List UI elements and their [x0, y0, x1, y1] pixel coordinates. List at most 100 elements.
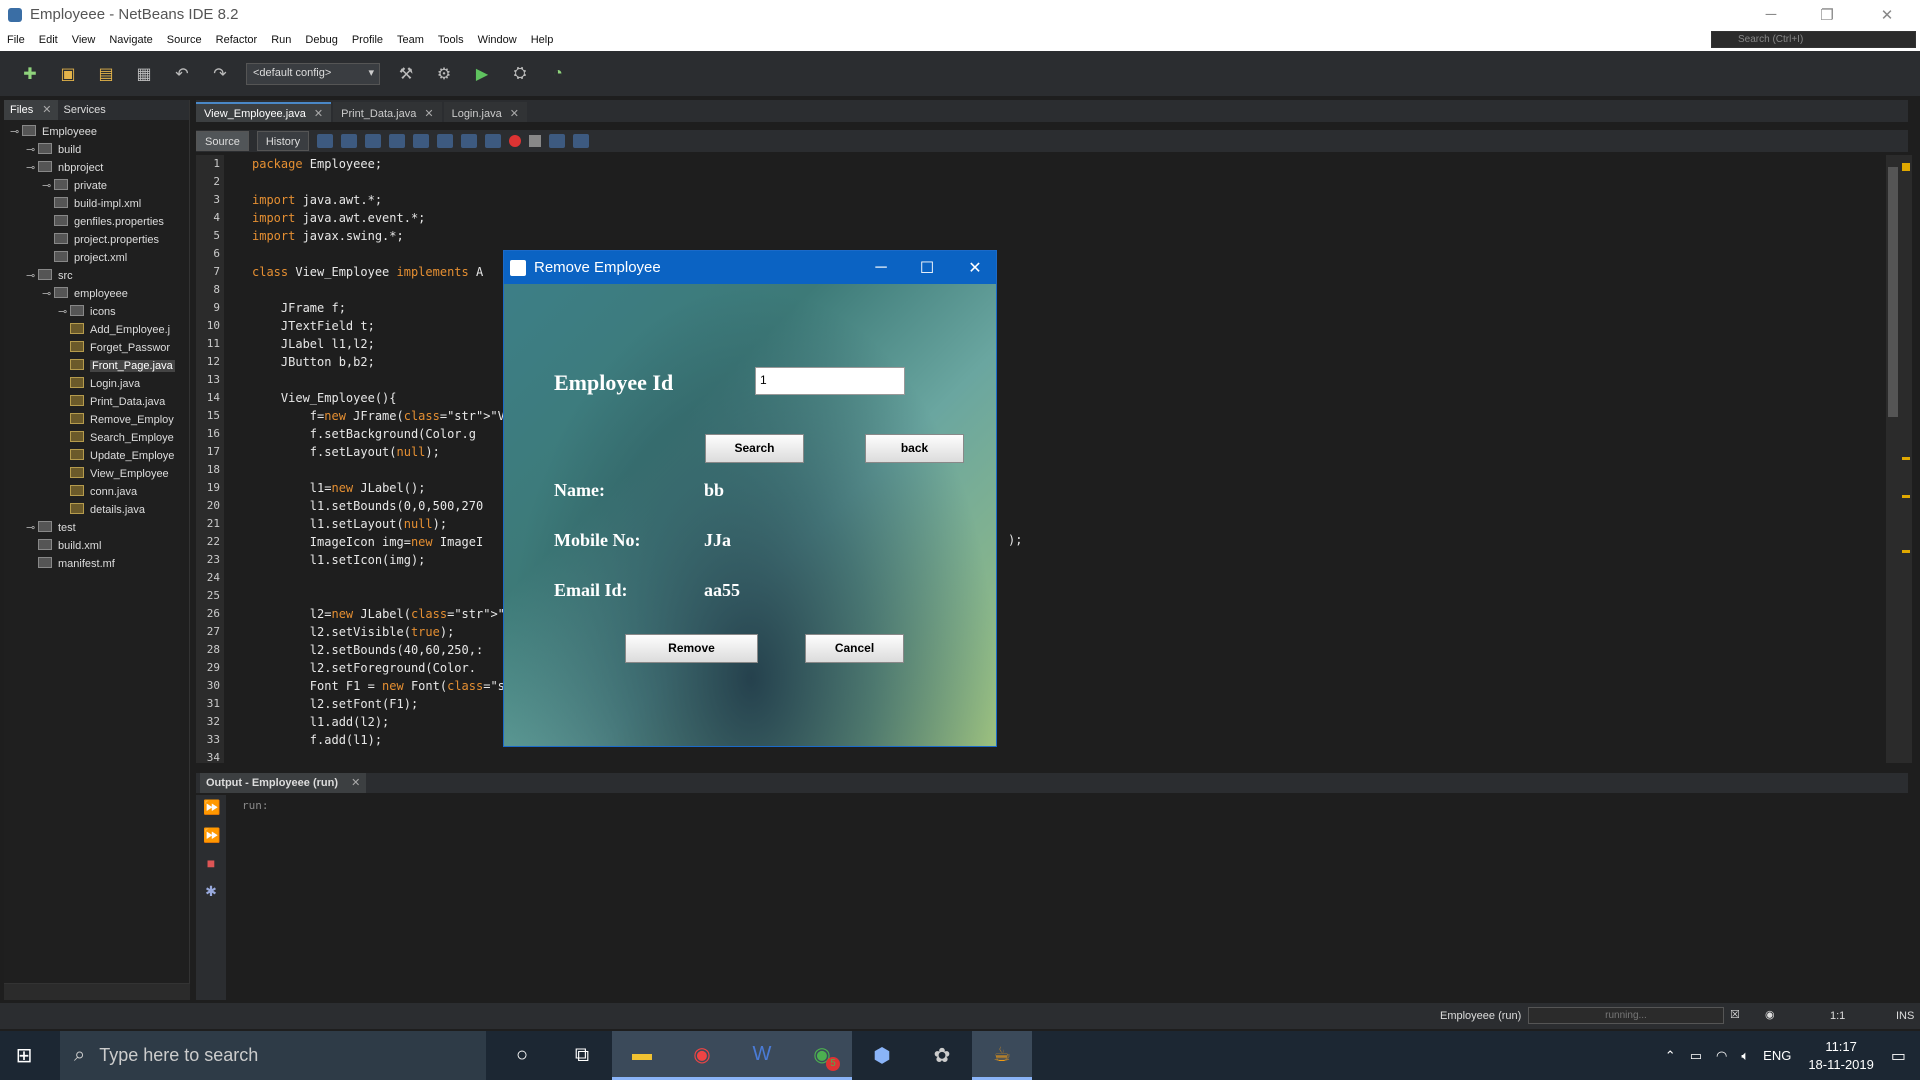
file-explorer-icon[interactable]: ▬ [612, 1031, 672, 1080]
close-icon[interactable]: ✕ [1864, 0, 1910, 29]
shift-left-icon[interactable] [461, 134, 478, 148]
open-project-icon[interactable]: ▤ [94, 62, 118, 86]
action-center-icon[interactable]: ▭ [1891, 1046, 1906, 1066]
debug-icon[interactable]: ⛭ [508, 62, 532, 86]
tab-view-employee[interactable]: View_Employee.java ✕ [196, 102, 332, 122]
chevron-up-icon[interactable]: ⌃ [1665, 1048, 1676, 1064]
tree-node[interactable]: ⊸ src [4, 267, 189, 285]
tree-node[interactable]: Print_Data.java [4, 393, 189, 411]
menu-team[interactable]: Team [390, 34, 431, 46]
expand-icon[interactable]: ⊸ [26, 141, 38, 159]
cortana-icon[interactable]: ○ [492, 1031, 552, 1080]
windows-start-icon[interactable]: ⊞ [0, 1031, 48, 1080]
language-indicator[interactable]: ENG [1763, 1048, 1791, 1063]
clock[interactable]: 11:17 18-11-2019 [1808, 1038, 1874, 1074]
chrome-profile-icon[interactable]: ◉ 5 [792, 1031, 852, 1080]
menu-help[interactable]: Help [524, 34, 561, 46]
editor-vertical-scrollbar[interactable] [1886, 155, 1900, 763]
rerun-with-params-icon[interactable]: ⏩ [203, 827, 220, 843]
search-button[interactable]: Search [705, 434, 804, 463]
toggle-highlight-icon[interactable] [437, 134, 454, 148]
profile-icon[interactable]: ◔ [546, 62, 570, 86]
tab-files[interactable]: Files ✕ [4, 100, 58, 120]
new-project-icon[interactable]: ▣ [56, 62, 80, 86]
tree-node[interactable]: build-impl.xml [4, 195, 189, 213]
notifications-icon[interactable]: ◉ [1765, 1008, 1775, 1021]
cancel-task-icon[interactable]: ☒ [1730, 1008, 1740, 1021]
tree-node[interactable]: project.properties [4, 231, 189, 249]
tree-node[interactable]: Add_Employee.j [4, 321, 189, 339]
tab-print-data[interactable]: Print_Data.java ✕ [333, 102, 442, 122]
forward-icon[interactable] [341, 134, 358, 148]
back-button[interactable]: back [865, 434, 964, 463]
tree-node[interactable]: ⊸ test [4, 519, 189, 537]
settings-icon[interactable]: ✱ [203, 883, 219, 899]
menu-debug[interactable]: Debug [298, 34, 344, 46]
tree-node[interactable]: Remove_Employ [4, 411, 189, 429]
find-icon[interactable] [365, 134, 382, 148]
maximize-icon[interactable]: ☐ [904, 251, 950, 284]
warning-marker[interactable] [1902, 550, 1910, 553]
tree-node[interactable]: ⊸ nbproject [4, 159, 189, 177]
menu-window[interactable]: Window [471, 34, 524, 46]
shift-right-icon[interactable] [485, 134, 502, 148]
minimize-icon[interactable]: ─ [1748, 0, 1794, 29]
restore-icon[interactable]: ❐ [1804, 0, 1850, 29]
tab-login[interactable]: Login.java ✕ [443, 102, 527, 122]
wifi-icon[interactable]: ◠ [1716, 1048, 1727, 1064]
tree-horizontal-scrollbar[interactable] [4, 983, 190, 1000]
undo-icon[interactable]: ↶ [170, 62, 194, 86]
warning-marker[interactable] [1902, 163, 1910, 171]
tree-node[interactable]: Front_Page.java [4, 357, 189, 375]
remove-button[interactable]: Remove [625, 634, 758, 663]
find-prev-icon[interactable] [389, 134, 406, 148]
expand-icon[interactable]: ⊸ [42, 285, 54, 303]
tree-node[interactable]: genfiles.properties [4, 213, 189, 231]
tree-node[interactable]: ⊸ Employeee [4, 123, 189, 141]
expand-icon[interactable]: ⊸ [42, 177, 54, 195]
tree-node[interactable]: ⊸ build [4, 141, 189, 159]
taskbar-search[interactable]: ⌕ Type here to search [60, 1031, 486, 1080]
run-icon[interactable]: ▶ [470, 62, 494, 86]
minimize-icon[interactable]: ─ [858, 251, 904, 284]
tree-node[interactable]: ⊸ employeee [4, 285, 189, 303]
menu-file[interactable]: File [0, 34, 32, 46]
menu-navigate[interactable]: Navigate [102, 34, 159, 46]
save-all-icon[interactable]: ▦ [132, 62, 156, 86]
tree-node[interactable]: Login.java [4, 375, 189, 393]
record-macro-icon[interactable] [509, 135, 522, 147]
clean-build-icon[interactable]: ⚙ [432, 62, 456, 86]
code-editor[interactable]: package Employeee; import java.awt.*; impo… [224, 155, 1884, 763]
menu-tools[interactable]: Tools [431, 34, 471, 46]
back-icon[interactable] [317, 134, 334, 148]
battery-icon[interactable]: ▭ [1690, 1048, 1702, 1064]
task-view-icon[interactable]: ⧉ [552, 1031, 612, 1080]
uncomment-icon[interactable] [573, 134, 590, 148]
tree-node[interactable]: Search_Employe [4, 429, 189, 447]
close-icon[interactable]: ✕ [510, 108, 519, 120]
menu-edit[interactable]: Edit [32, 34, 65, 46]
redo-icon[interactable]: ↷ [208, 62, 232, 86]
tree-node[interactable]: ⊸ private [4, 177, 189, 195]
tree-node[interactable]: conn.java [4, 483, 189, 501]
chrome-icon[interactable]: ◉ [672, 1031, 732, 1080]
expand-icon[interactable]: ⊸ [26, 519, 38, 537]
expand-icon[interactable]: ⊸ [26, 267, 38, 285]
menu-refactor[interactable]: Refactor [209, 34, 265, 46]
ide-search-input[interactable]: Search (Ctrl+I) [1711, 31, 1916, 48]
word-icon[interactable]: W [732, 1031, 792, 1080]
tree-node[interactable]: manifest.mf [4, 555, 189, 573]
build-icon[interactable]: ⚒ [394, 62, 418, 86]
tree-node[interactable]: ⊸ icons [4, 303, 189, 321]
tab-history[interactable]: History [256, 131, 310, 151]
tab-services[interactable]: Services [58, 100, 112, 120]
output-tab[interactable]: Output - Employeee (run) ✕ [200, 773, 367, 793]
close-icon[interactable]: ✕ [42, 104, 51, 116]
warning-marker[interactable] [1902, 457, 1910, 460]
tree-node[interactable]: project.xml [4, 249, 189, 267]
netbeans-taskbar-icon[interactable]: ✿ [912, 1031, 972, 1080]
tree-node[interactable]: Update_Employe [4, 447, 189, 465]
config-select[interactable]: <default config> [246, 62, 380, 85]
expand-icon[interactable]: ⊸ [26, 159, 38, 177]
stop-icon[interactable]: ■ [203, 855, 219, 871]
